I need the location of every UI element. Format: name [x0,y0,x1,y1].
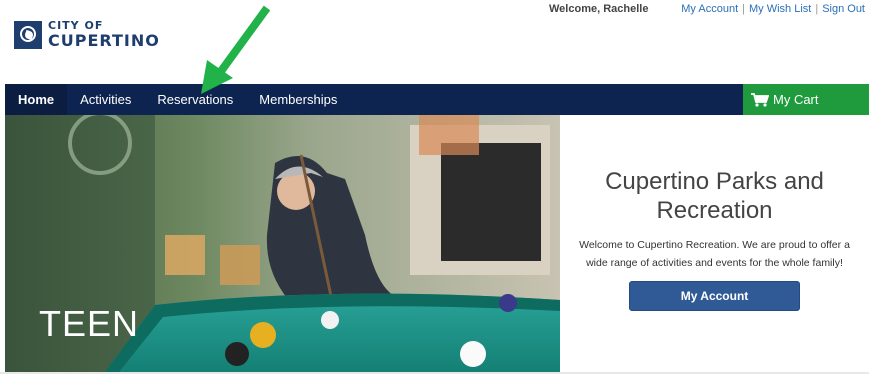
cart-icon [751,92,769,107]
nav-item-memberships[interactable]: Memberships [246,84,350,115]
link-separator: | [742,3,745,15]
sign-out-link[interactable]: Sign Out [822,3,865,15]
logo-line-2: CUPERTINO [48,31,160,50]
nav-item-reservations[interactable]: Reservations [144,84,246,115]
hero-title: Cupertino Parks and Recreation [605,168,824,224]
logo-line-1: CITY OF [48,19,104,32]
main-nav: Home Activities Reservations Memberships… [5,84,869,115]
city-logo[interactable]: CITY OF CUPERTINO [14,20,160,49]
hero-image[interactable]: TEEN [5,115,560,372]
nav-item-activities[interactable]: Activities [67,84,144,115]
city-seal-icon [14,20,42,49]
my-cart-button[interactable]: My Cart [743,84,869,115]
nav-item-home[interactable]: Home [5,84,68,115]
cart-label: My Cart [773,92,819,107]
welcome-message: Welcome, Rachelle [549,3,649,15]
logo-text: CITY OF CUPERTINO [48,20,160,49]
account-links: My Account | My Wish List | Sign Out [681,3,865,15]
site-header: CITY OF CUPERTINO Welcome, Rachelle My A… [0,0,869,84]
hero-image-label: TEEN [39,303,140,344]
hero-description: Welcome to Cupertino Recreation. We are … [579,239,850,269]
link-separator: | [815,3,819,15]
hero-panel: Cupertino Parks and Recreation Welcome t… [560,115,869,372]
my-wish-list-link[interactable]: My Wish List [749,3,811,15]
my-account-button[interactable]: My Account [629,281,800,311]
my-account-link[interactable]: My Account [681,3,738,15]
